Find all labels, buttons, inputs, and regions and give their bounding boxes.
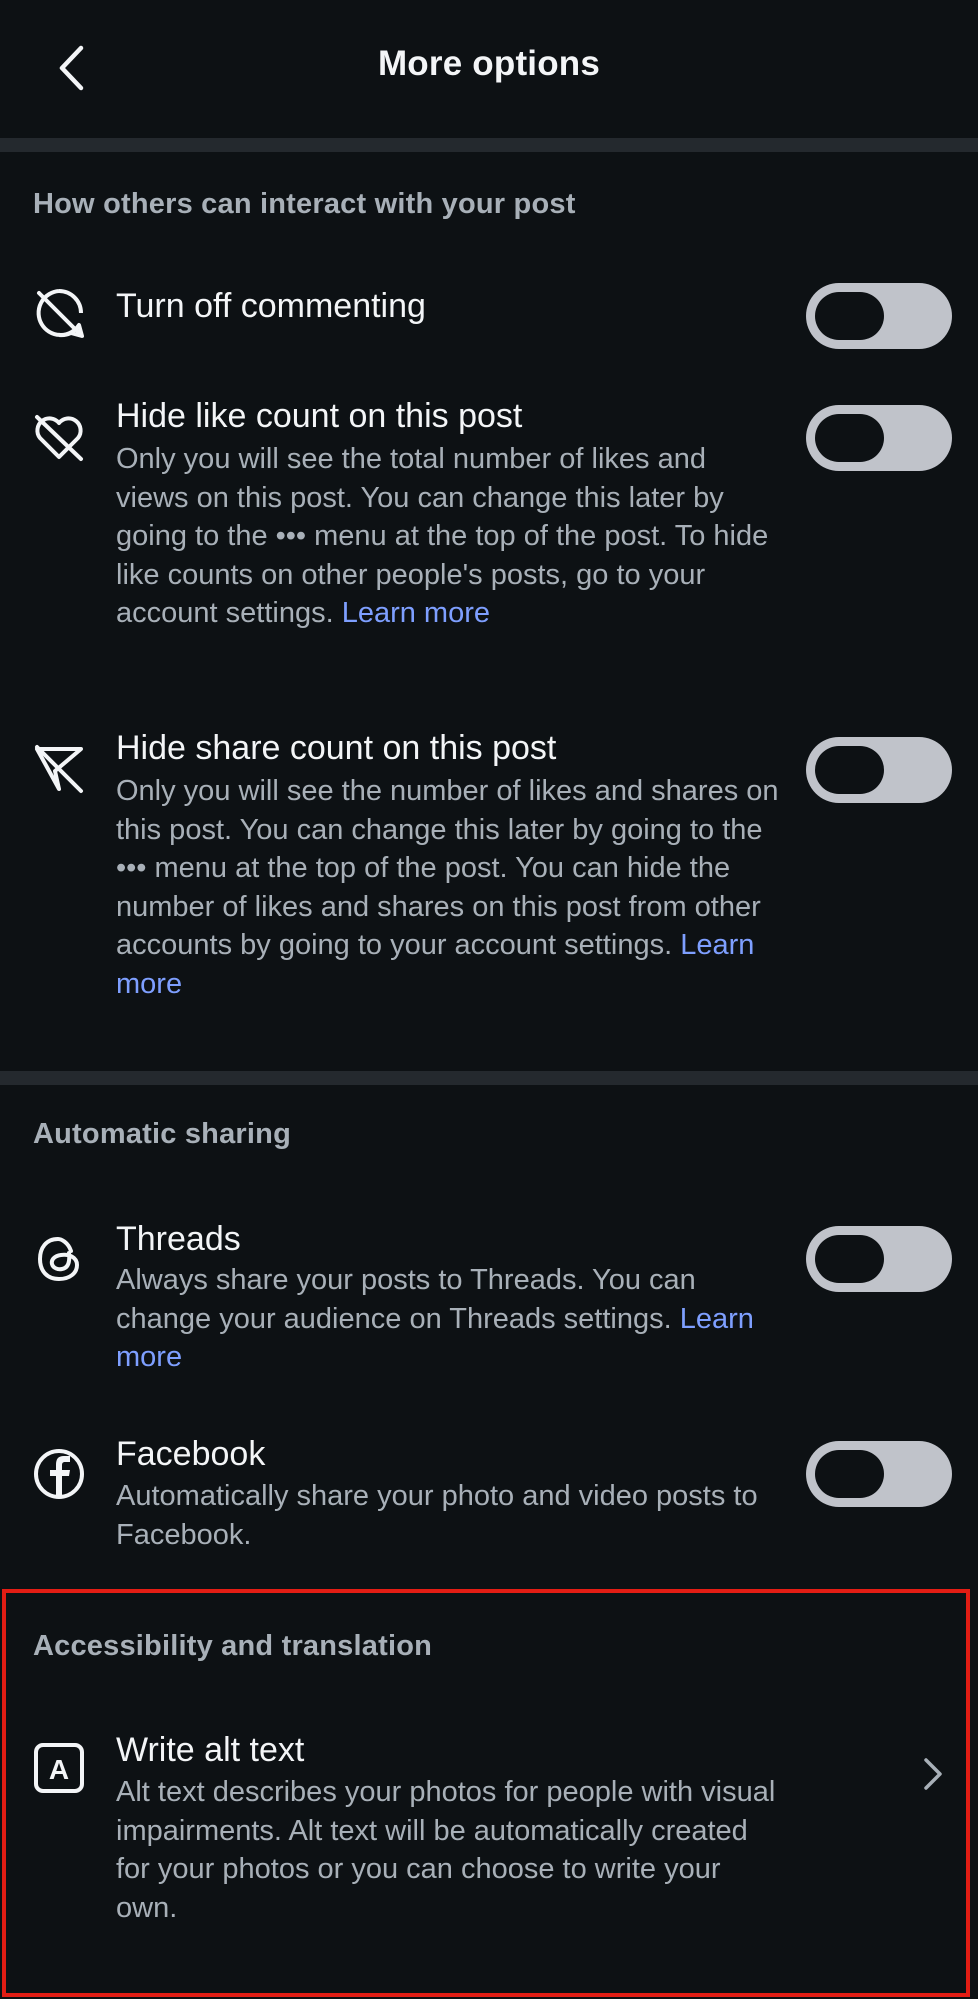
top-bar: More options bbox=[0, 0, 978, 138]
threads-title: Threads bbox=[116, 1220, 241, 1258]
share-off-icon bbox=[30, 738, 88, 796]
like-count-learn-more-link[interactable]: Learn more bbox=[342, 597, 490, 629]
like-count-title: Hide like count on this post bbox=[116, 397, 523, 435]
section-title-interact: How others can interact with your post bbox=[33, 188, 576, 220]
comment-off-icon bbox=[30, 284, 88, 342]
chevron-right-icon[interactable] bbox=[918, 1754, 948, 1794]
share-count-description: Only you will see the number of likes an… bbox=[116, 772, 786, 1003]
heart-off-icon bbox=[30, 408, 88, 466]
toggle-knob bbox=[815, 414, 884, 462]
commenting-toggle[interactable] bbox=[806, 283, 952, 349]
toggle-knob bbox=[815, 292, 884, 340]
toggle-knob bbox=[815, 1235, 884, 1283]
commenting-title: Turn off commenting bbox=[116, 287, 426, 325]
threads-icon bbox=[30, 1230, 88, 1288]
svg-text:A: A bbox=[49, 1754, 69, 1785]
section-title-accessibility: Accessibility and translation bbox=[33, 1630, 433, 1662]
page-title: More options bbox=[377, 44, 601, 83]
section-title-sharing: Automatic sharing bbox=[33, 1118, 291, 1150]
write-alt-text-title: Write alt text bbox=[116, 1731, 305, 1769]
toggle-knob bbox=[815, 746, 884, 794]
divider bbox=[0, 138, 978, 152]
like-count-toggle[interactable] bbox=[806, 405, 952, 471]
threads-description: Always share your posts to Threads. You … bbox=[116, 1261, 786, 1377]
share-count-title: Hide share count on this post bbox=[116, 729, 557, 767]
alt-text-icon: A bbox=[30, 1739, 88, 1797]
write-alt-text-description: Alt text describes your photos for peopl… bbox=[116, 1776, 776, 1924]
toggle-knob bbox=[815, 1450, 884, 1498]
like-count-description: Only you will see the total number of li… bbox=[116, 440, 786, 633]
threads-toggle[interactable] bbox=[806, 1226, 952, 1292]
share-count-toggle[interactable] bbox=[806, 737, 952, 803]
divider bbox=[0, 1071, 978, 1085]
facebook-description: Automatically share your photo and video… bbox=[116, 1480, 758, 1551]
facebook-icon bbox=[30, 1445, 88, 1503]
threads-desc-text: Always share your posts to Threads. You … bbox=[116, 1264, 696, 1335]
facebook-title: Facebook bbox=[116, 1435, 266, 1473]
facebook-toggle[interactable] bbox=[806, 1441, 952, 1507]
